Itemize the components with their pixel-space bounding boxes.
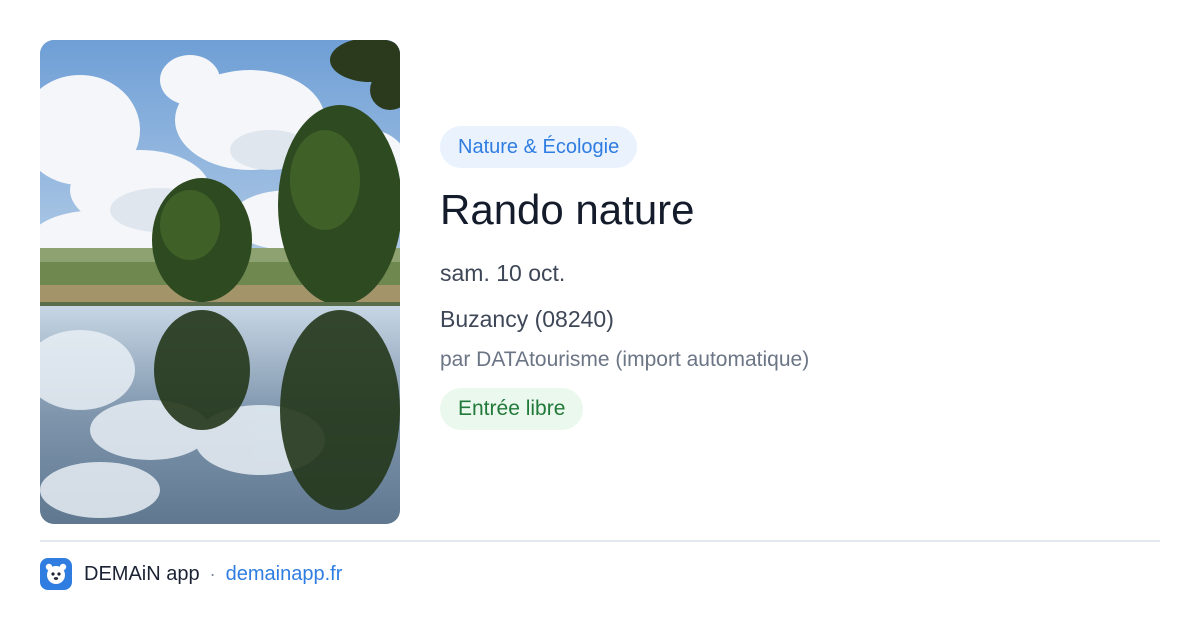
footer: DEMAiN app · demainapp.fr [40, 558, 342, 590]
footer-separator: · [209, 563, 216, 584]
event-title: Rando nature [440, 186, 695, 233]
footer-divider [40, 540, 1160, 542]
app-name: DEMAiN app [84, 562, 200, 585]
app-website-link[interactable]: demainapp.fr [226, 563, 343, 586]
price-badge: Entrée libre [440, 388, 584, 430]
event-date: sam. 10 oct. [440, 260, 566, 286]
event-organizer: par DATAtourisme (import automatique) [440, 348, 810, 371]
event-photo [40, 40, 400, 524]
event-info: Nature & Écologie Rando nature sam. 10 o… [440, 126, 1160, 430]
category-badge[interactable]: Nature & Écologie [440, 126, 638, 168]
event-location: Buzancy (08240) [440, 306, 614, 332]
demain-logo-icon[interactable] [40, 558, 72, 590]
